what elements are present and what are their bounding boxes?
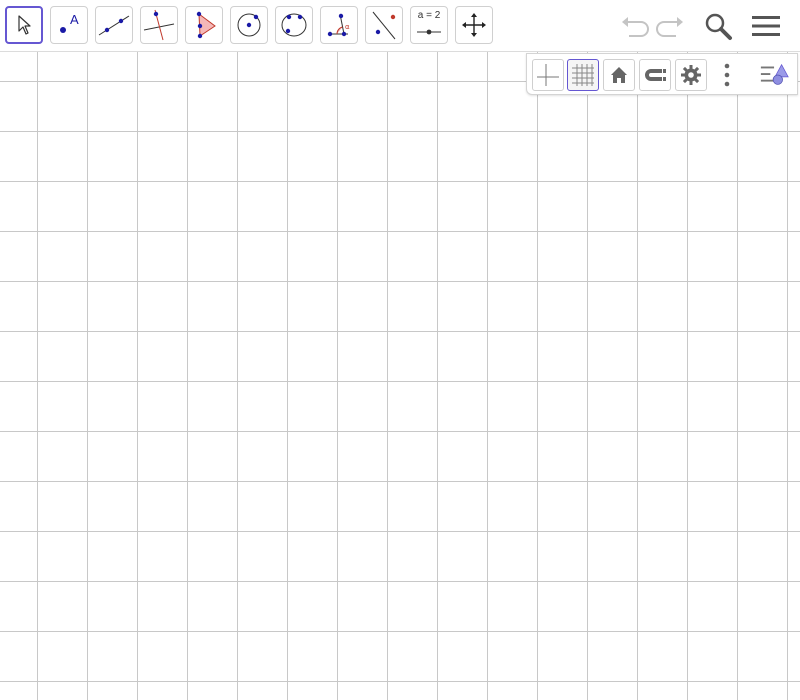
search-icon (705, 13, 732, 40)
graphics-settings-button[interactable] (675, 59, 707, 91)
perpendicular-line-tool-button[interactable] (140, 6, 178, 44)
magnet-icon (645, 69, 666, 81)
move-tool-button[interactable] (5, 6, 43, 44)
move-graphics-view-tool-button[interactable] (455, 6, 493, 44)
line-tool-button[interactable] (95, 6, 133, 44)
reflect-tool-button[interactable] (365, 6, 403, 44)
grid-toggle-button[interactable] (567, 59, 599, 91)
svg-text:A: A (70, 12, 79, 27)
slider-icon (417, 29, 441, 35)
circle-three-points-icon (281, 13, 307, 37)
more-options-button[interactable] (711, 59, 743, 91)
more-vertical-icon (724, 63, 730, 87)
graphics-view[interactable] (0, 52, 800, 700)
graphics-style-bar (526, 53, 798, 95)
move-arrows-icon (462, 13, 486, 37)
redo-icon (656, 17, 683, 37)
redo-button[interactable] (655, 10, 687, 42)
search-button[interactable] (702, 10, 734, 42)
standard-view-button[interactable] (603, 59, 635, 91)
slider-tool-button[interactable]: a = 2 (410, 6, 448, 44)
point-tool-button[interactable]: A (50, 6, 88, 44)
toolbar: A α a = 2 (0, 0, 800, 52)
perpendicular-line-icon (143, 9, 175, 41)
home-icon (611, 67, 627, 83)
undo-icon (622, 17, 649, 37)
main-menu-button[interactable] (750, 10, 782, 42)
axes-icon (537, 64, 559, 86)
svg-text:α: α (345, 23, 350, 31)
grid-icon (572, 64, 594, 86)
algebra-icon (760, 63, 789, 85)
point-capturing-button[interactable] (639, 59, 671, 91)
angle-tool-button[interactable]: α (320, 6, 358, 44)
circle-three-points-tool-button[interactable] (275, 6, 313, 44)
gear-icon (681, 65, 701, 85)
polygon-tool-button[interactable] (185, 6, 223, 44)
undo-button[interactable] (618, 10, 650, 42)
polygon-icon (196, 11, 216, 39)
angle-icon: α (327, 13, 350, 37)
circle-center-icon (237, 13, 261, 37)
menu-icon (752, 16, 780, 36)
algebra-view-toggle-button[interactable] (759, 59, 791, 91)
reflect-line-icon (372, 11, 396, 40)
cursor-arrow-icon (18, 15, 31, 35)
line-icon (98, 15, 130, 36)
point-icon: A (60, 12, 79, 33)
circle-center-point-tool-button[interactable] (230, 6, 268, 44)
axes-toggle-button[interactable] (532, 59, 564, 91)
